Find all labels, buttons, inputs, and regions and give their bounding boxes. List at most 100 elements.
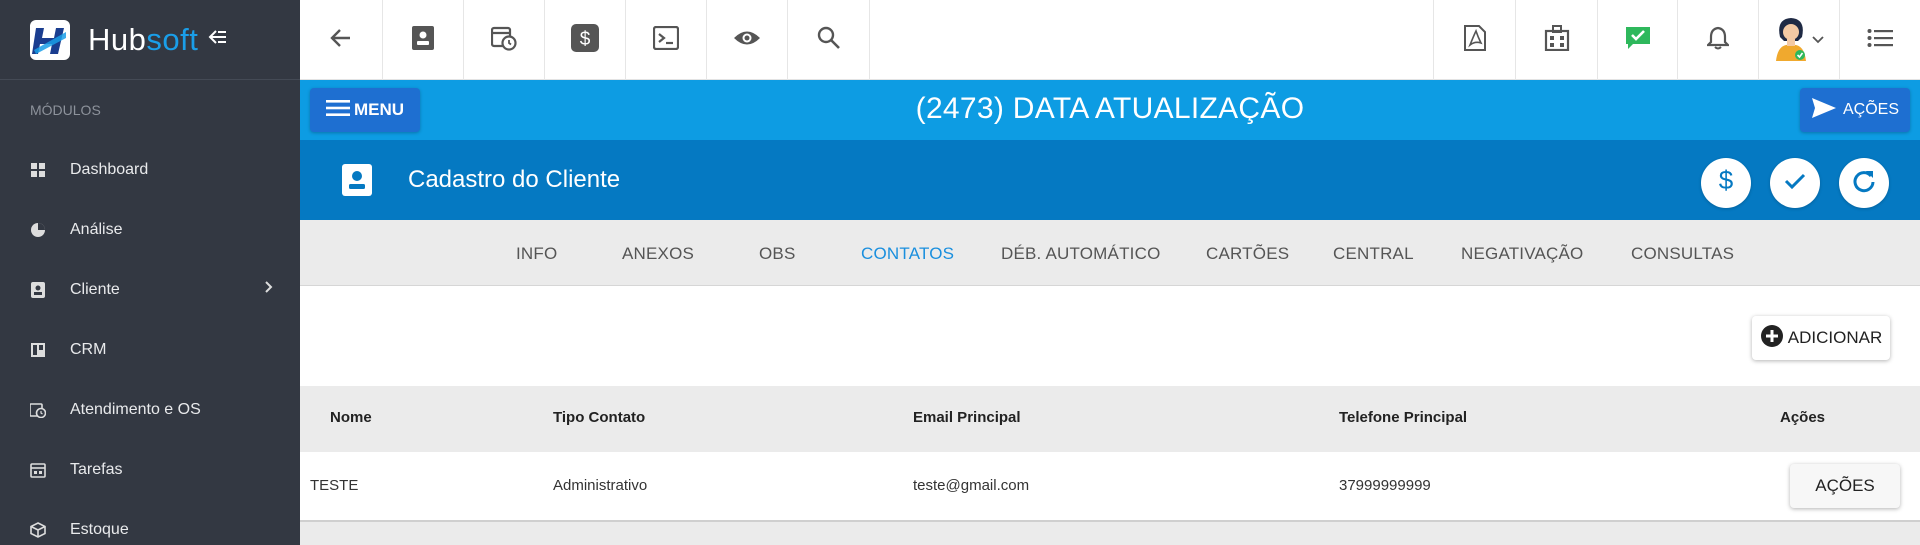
sidebar-item-label: Tarefas bbox=[70, 461, 123, 478]
sidebar-section-label: MÓDULOS bbox=[30, 102, 101, 118]
sidebar-item-label: Estoque bbox=[70, 521, 129, 538]
building-button[interactable] bbox=[1515, 0, 1597, 80]
section-header: Cadastro do Cliente $ bbox=[300, 140, 1920, 220]
refresh-icon bbox=[1852, 169, 1876, 198]
calendar-clock-icon bbox=[490, 25, 517, 56]
add-contact-button[interactable]: ADICIONAR bbox=[1752, 316, 1890, 360]
list-icon bbox=[1867, 28, 1893, 53]
sidebar-item-label: Atendimento e OS bbox=[70, 401, 201, 418]
actions-button-label: AÇÕES bbox=[1842, 101, 1899, 118]
plus-circle-icon bbox=[1760, 324, 1784, 353]
cell-tipo-contato: Administrativo bbox=[553, 477, 648, 494]
add-contact-label: ADICIONAR bbox=[1787, 328, 1883, 347]
sidebar-item-cliente[interactable]: Cliente bbox=[0, 260, 300, 320]
pdf-button[interactable] bbox=[1433, 0, 1515, 80]
chevron-right-icon bbox=[264, 280, 274, 299]
cell-telefone: 37999999999 bbox=[1339, 477, 1431, 494]
client-banner: MENU (2473) DATA ATUALIZAÇÃO AÇÕES bbox=[300, 80, 1920, 140]
eye-icon bbox=[733, 29, 761, 52]
column-header-email: Email Principal bbox=[913, 409, 1021, 426]
column-header-nome: Nome bbox=[330, 409, 372, 426]
svg-text:$: $ bbox=[1719, 167, 1734, 195]
column-header-tipo-contato: Tipo Contato bbox=[553, 409, 646, 426]
sidebar-item-label: Análise bbox=[70, 221, 123, 238]
sidebar-item-estoque[interactable]: Estoque bbox=[0, 500, 300, 545]
app-root: Hubsoft MÓDULOS Dashboard Análise Client… bbox=[0, 0, 1920, 545]
pie-chart-icon bbox=[30, 222, 46, 238]
sidebar: Hubsoft MÓDULOS Dashboard Análise Client… bbox=[0, 0, 300, 545]
brand-name-part2: soft bbox=[146, 21, 199, 57]
section-title: Cadastro do Cliente bbox=[408, 166, 621, 193]
checkmark-icon bbox=[1784, 172, 1806, 195]
terminal-button[interactable] bbox=[626, 0, 707, 80]
top-toolbar: $ bbox=[300, 0, 1920, 80]
row-actions-button[interactable]: AÇÕES bbox=[1790, 464, 1900, 508]
sidebar-item-label: Cliente bbox=[70, 281, 120, 298]
financial-button[interactable]: $ bbox=[545, 0, 626, 80]
table-row: TESTE Administrativo teste@gmail.com 379… bbox=[300, 452, 1920, 522]
notifications-button[interactable] bbox=[1677, 0, 1758, 80]
brand-name-part1: Hub bbox=[88, 21, 147, 57]
board-icon bbox=[30, 342, 46, 358]
dollar-icon: $ bbox=[1717, 165, 1735, 200]
tab-contatos[interactable]: CONTATOS bbox=[861, 244, 954, 264]
contact-card-icon bbox=[342, 164, 372, 201]
bell-icon bbox=[1705, 26, 1731, 55]
tab-cartoes[interactable]: CARTÕES bbox=[1206, 244, 1289, 264]
pdf-icon bbox=[1463, 24, 1486, 56]
tab-anexos[interactable]: ANEXOS bbox=[622, 244, 694, 264]
cell-nome: TESTE bbox=[310, 477, 359, 494]
actions-button[interactable]: AÇÕES bbox=[1800, 88, 1910, 132]
hubsoft-logo-icon bbox=[30, 19, 70, 60]
contact-card-icon bbox=[30, 282, 46, 298]
cell-email: teste@gmail.com bbox=[913, 477, 1030, 494]
user-menu-button[interactable] bbox=[1758, 0, 1839, 80]
dollar-icon: $ bbox=[571, 23, 599, 57]
terminal-icon bbox=[652, 25, 680, 55]
client-title: (2473) DATA ATUALIZAÇÃO bbox=[915, 92, 1305, 125]
list-button[interactable] bbox=[1839, 0, 1920, 80]
sidebar-item-dashboard[interactable]: Dashboard bbox=[0, 140, 300, 200]
contacts-table-header: Nome Tipo Contato Email Principal Telefo… bbox=[300, 386, 1920, 452]
task-calendar-icon bbox=[30, 462, 46, 478]
svg-text:$: $ bbox=[580, 29, 591, 50]
back-arrow-icon bbox=[330, 27, 352, 54]
search-icon bbox=[817, 26, 841, 55]
sidebar-item-atendimento[interactable]: Atendimento e OS bbox=[0, 380, 300, 440]
sidebar-item-crm[interactable]: CRM bbox=[0, 320, 300, 380]
sidebar-item-tarefas[interactable]: Tarefas bbox=[0, 440, 300, 500]
calendar-clock-icon bbox=[30, 402, 46, 418]
refresh-circle-button[interactable] bbox=[1839, 158, 1889, 208]
messages-button[interactable] bbox=[1597, 0, 1677, 80]
dashboard-icon bbox=[30, 162, 46, 178]
user-avatar bbox=[1774, 15, 1808, 66]
tab-info[interactable]: INFO bbox=[516, 244, 557, 264]
back-button[interactable] bbox=[300, 0, 383, 80]
collapse-arrow-icon[interactable] bbox=[208, 28, 228, 51]
client-card-button[interactable] bbox=[383, 0, 464, 80]
tab-bar: INFO ANEXOS OBS CONTATOS DÉB. AUTOMÁTICO… bbox=[300, 220, 1920, 286]
box-icon bbox=[30, 522, 46, 538]
sidebar-item-label: CRM bbox=[70, 341, 107, 358]
search-button[interactable] bbox=[788, 0, 870, 80]
send-icon bbox=[1811, 97, 1837, 124]
tab-consultas[interactable]: CONSULTAS bbox=[1631, 244, 1734, 264]
view-button[interactable] bbox=[707, 0, 788, 80]
sidebar-item-analise[interactable]: Análise bbox=[0, 200, 300, 260]
column-header-acoes: Ações bbox=[1780, 409, 1826, 426]
tab-negativacao[interactable]: NEGATIVAÇÃO bbox=[1461, 244, 1583, 264]
tab-obs[interactable]: OBS bbox=[759, 244, 796, 264]
column-header-telefone: Telefone Principal bbox=[1339, 409, 1468, 426]
contact-card-icon bbox=[412, 25, 434, 55]
tab-central[interactable]: CENTRAL bbox=[1333, 244, 1414, 264]
sidebar-brand: Hubsoft bbox=[0, 0, 300, 80]
brand-name: Hubsoft bbox=[88, 22, 198, 58]
building-icon bbox=[1544, 24, 1570, 56]
financial-circle-button[interactable]: $ bbox=[1701, 158, 1751, 208]
contacts-panel: ADICIONAR bbox=[300, 286, 1920, 386]
chevron-down-icon bbox=[1812, 31, 1824, 49]
confirm-circle-button[interactable] bbox=[1770, 158, 1820, 208]
service-calendar-button[interactable] bbox=[464, 0, 545, 80]
tab-deb-automatico[interactable]: DÉB. AUTOMÁTICO bbox=[1001, 244, 1161, 264]
chat-check-icon bbox=[1625, 25, 1651, 56]
